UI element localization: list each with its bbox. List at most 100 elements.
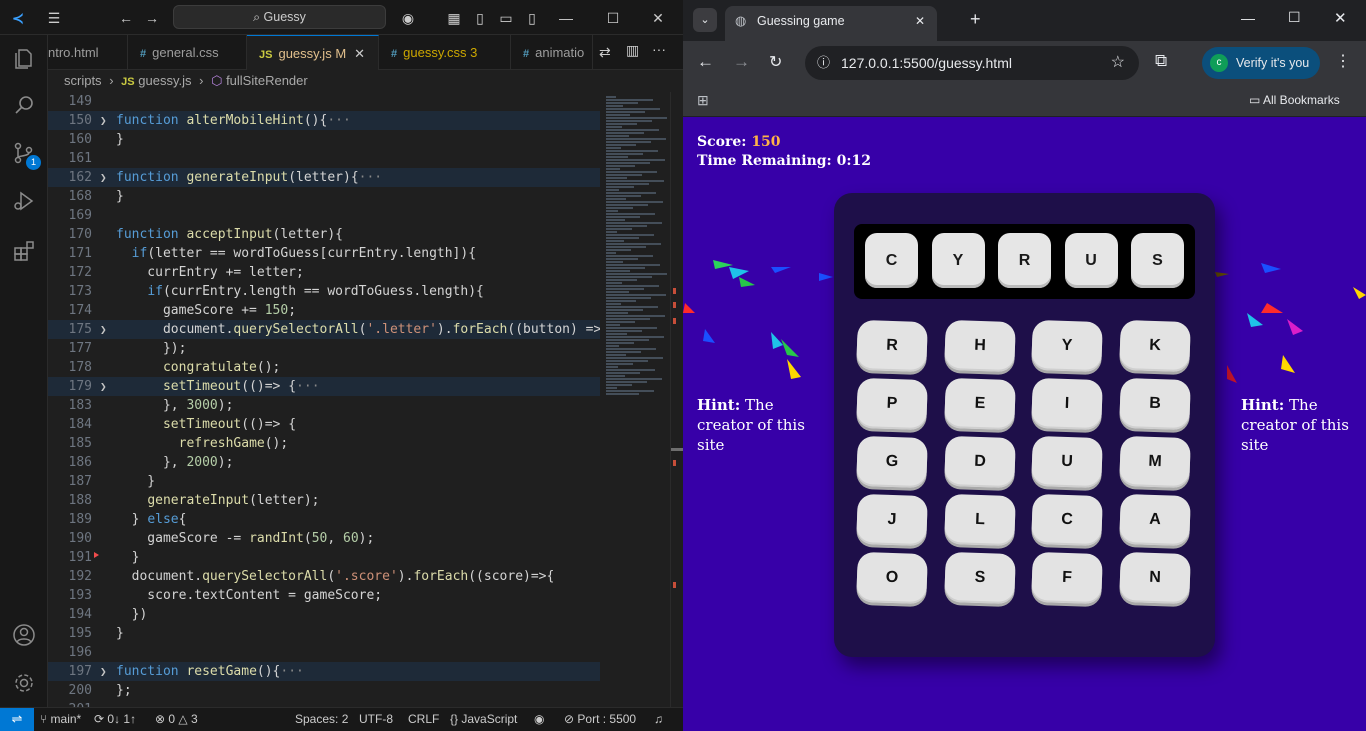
remote-indicator-icon[interactable]: ⇌ [0, 708, 34, 731]
problems-indicator[interactable]: ⊗ 0 △ 3 [155, 708, 198, 730]
live-server-port[interactable]: ⊘ Port : 5500 [564, 708, 636, 730]
minimize-icon[interactable]: — [556, 8, 576, 28]
letter-key-g[interactable]: G [856, 435, 928, 489]
notifications-bell-icon[interactable]: ♫ [654, 708, 663, 730]
code-line[interactable]: 194 }) [48, 605, 600, 624]
menu-icon[interactable]: ☰ [44, 8, 64, 28]
fold-chevron-icon[interactable]: ❯ [100, 377, 112, 396]
letter-key-l[interactable]: L [943, 493, 1016, 547]
minimap[interactable] [600, 92, 670, 707]
letter-key-j[interactable]: J [856, 493, 928, 547]
fold-chevron-icon[interactable]: ❯ [100, 168, 112, 187]
code-line[interactable]: 150 ❯ function alterMobileHint(){··· [48, 111, 600, 130]
back-arrow-icon[interactable]: ← [116, 8, 136, 28]
letter-key-f[interactable]: F [1031, 551, 1103, 605]
code-line[interactable]: 185 refreshGame(); [48, 434, 600, 453]
explorer-icon[interactable] [12, 47, 36, 71]
encoding-indicator[interactable]: UTF-8 [359, 708, 393, 730]
tab-guessy-css[interactable]: # guessy.css 3 [379, 35, 511, 70]
tab-guessy-js[interactable]: JS guessy.js M ✕ [247, 35, 379, 70]
maximize-icon[interactable]: ☐ [1288, 9, 1301, 26]
forward-arrow-icon[interactable]: → [733, 52, 750, 72]
fold-chevron-icon[interactable]: ❯ [100, 111, 112, 130]
chrome-menu-icon[interactable]: ⋮ [1335, 51, 1351, 71]
code-line[interactable]: 179 ❯ setTimeout(()=> {··· [48, 377, 600, 396]
code-line[interactable]: 195} [48, 624, 600, 643]
browser-tab-guessing-game[interactable]: ◍ Guessing game ✕ [725, 6, 937, 41]
tab-general-css[interactable]: # general.css [128, 35, 247, 70]
code-line[interactable]: 160} [48, 130, 600, 149]
code-line[interactable]: 184 setTimeout(()=> { [48, 415, 600, 434]
code-line[interactable]: 168} [48, 187, 600, 206]
code-line[interactable]: 186 }, 2000); [48, 453, 600, 472]
letter-key-u[interactable]: U [1031, 435, 1103, 489]
run-debug-icon[interactable] [12, 189, 36, 213]
breadcrumb-file[interactable]: guessy.js [138, 73, 191, 88]
letter-key-p[interactable]: P [856, 377, 928, 431]
letter-key-r[interactable]: R [856, 319, 928, 373]
code-line[interactable]: 189 } else{ [48, 510, 600, 529]
site-info-icon[interactable]: ⓘ [817, 46, 830, 80]
address-bar[interactable]: ⓘ 127.0.0.1:5500/guessy.html ☆ [805, 46, 1139, 80]
forward-arrow-icon[interactable]: → [142, 8, 162, 28]
maximize-icon[interactable]: ☐ [603, 8, 623, 28]
close-icon[interactable]: ✕ [1334, 9, 1347, 27]
letter-key-i[interactable]: I [1031, 377, 1103, 431]
git-branch[interactable]: ⑂ main* [40, 708, 81, 730]
code-line[interactable]: 173 if(currEntry.length == wordToGuess.l… [48, 282, 600, 301]
code-line[interactable]: 183 }, 3000); [48, 396, 600, 415]
code-line[interactable]: 196 [48, 643, 600, 662]
verify-profile-button[interactable]: c Verify it's you [1202, 47, 1320, 79]
apps-grid-icon[interactable]: ⊞ [697, 92, 709, 109]
code-line[interactable]: 193 score.textContent = gameScore; [48, 586, 600, 605]
tab-close-icon[interactable]: ✕ [915, 6, 925, 36]
extensions-icon[interactable] [12, 239, 36, 263]
tab-intro-html[interactable]: ntro.html [48, 35, 128, 70]
code-editor[interactable]: 149 150 ❯ function alterMobileHint(){··· 160… [48, 92, 600, 707]
editor-scrollbar[interactable] [670, 92, 683, 707]
code-line[interactable]: 171 if(letter == wordToGuess[currEntry.l… [48, 244, 600, 263]
close-icon[interactable]: ✕ [648, 8, 668, 28]
search-icon[interactable] [12, 93, 36, 117]
letter-key-s[interactable]: S [943, 551, 1016, 605]
accounts-icon[interactable] [12, 623, 36, 647]
code-line[interactable]: 162 ❯ function generateInput(letter){··· [48, 168, 600, 187]
letter-key-k[interactable]: K [1118, 319, 1191, 373]
git-sync[interactable]: ⟳ 0↓ 1↑ [94, 708, 136, 730]
code-line[interactable]: 197 ❯ function resetGame(){··· [48, 662, 600, 681]
letter-key-e[interactable]: E [943, 377, 1016, 431]
letter-key-o[interactable]: O [856, 551, 928, 605]
code-line[interactable]: 169 [48, 206, 600, 225]
letter-key-d[interactable]: D [943, 435, 1016, 489]
copilot-status-icon[interactable]: ◉ [534, 708, 544, 730]
layout-icon[interactable]: ▦ [444, 8, 464, 28]
more-actions-icon[interactable]: ··· [652, 41, 666, 57]
command-center-search[interactable]: ⌕ Guessy [173, 5, 386, 29]
code-line[interactable]: 187 } [48, 472, 600, 491]
code-line[interactable]: 200}; [48, 681, 600, 700]
toggle-secondary-sidebar-icon[interactable]: ▯ [522, 8, 542, 28]
code-line[interactable]: 174 gameScore += 150; [48, 301, 600, 320]
tab-search-dropdown-icon[interactable]: ⌄ [693, 8, 717, 32]
code-line[interactable]: 201 [48, 700, 600, 707]
all-bookmarks-folder[interactable]: ▭ All Bookmarks [1249, 93, 1340, 107]
copilot-icon[interactable]: ◉ [398, 8, 418, 28]
letter-key-m[interactable]: M [1118, 435, 1191, 489]
source-control-icon[interactable]: 1 [12, 141, 41, 170]
breadcrumb-symbol[interactable]: fullSiteRender [226, 73, 308, 88]
settings-gear-icon[interactable] [12, 671, 36, 695]
letter-key-b[interactable]: B [1118, 377, 1191, 431]
letter-key-n[interactable]: N [1118, 551, 1191, 605]
code-line[interactable]: 190 gameScore -= randInt(50, 60); [48, 529, 600, 548]
code-line[interactable]: 188 generateInput(letter); [48, 491, 600, 510]
letter-key-a[interactable]: A [1118, 493, 1191, 547]
tab-animation[interactable]: # animatio [511, 35, 593, 70]
letter-key-h[interactable]: H [943, 319, 1016, 373]
extensions-puzzle-icon[interactable]: ⧉ [1155, 51, 1167, 71]
code-line[interactable]: 161 [48, 149, 600, 168]
letter-key-y[interactable]: Y [1031, 319, 1103, 373]
fold-chevron-icon[interactable]: ❯ [100, 320, 112, 339]
code-line[interactable]: 170 function acceptInput(letter){ [48, 225, 600, 244]
code-line[interactable]: 149 [48, 92, 600, 111]
toggle-panel-icon[interactable]: ▭ [496, 8, 516, 28]
